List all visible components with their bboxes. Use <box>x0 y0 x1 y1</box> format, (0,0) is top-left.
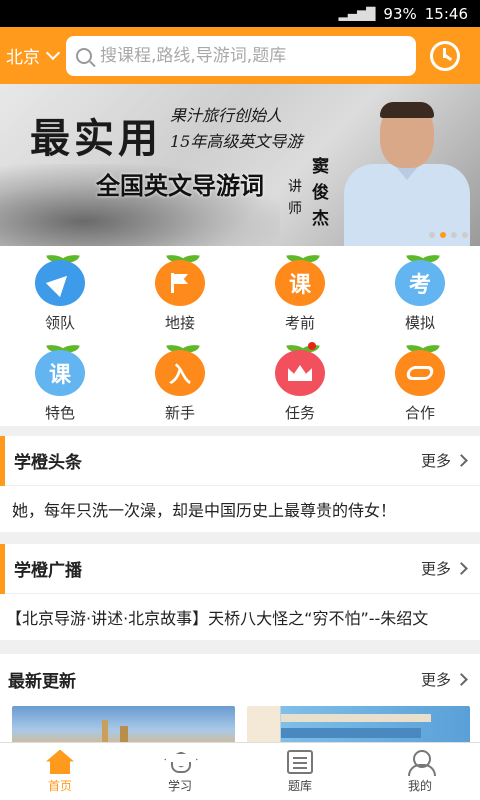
headlines-header: 学橙头条 更多 <box>0 436 480 486</box>
chevron-right-icon <box>455 562 468 575</box>
banner-headline: 最实用 <box>30 115 162 162</box>
top-header: 北京 <box>0 27 480 84</box>
handshake-icon <box>395 350 445 396</box>
tab-label: 首页 <box>47 778 72 793</box>
carousel-dot <box>451 232 457 238</box>
search-icon <box>76 47 92 64</box>
chevron-right-icon <box>455 672 468 686</box>
broadcast-section: 学橙广播 更多 【北京导游·讲述·北京故事】天桥八大怪之“穷不怕”--朱绍文 <box>0 544 480 640</box>
grid-item-pre-exam[interactable]: 课 考前 <box>240 246 360 336</box>
plane-icon <box>35 260 85 306</box>
grid-item-label: 合作 <box>404 404 435 422</box>
banner-line1: 果汁旅行创始人 <box>170 106 283 125</box>
crown-icon <box>275 350 325 396</box>
chevron-down-icon <box>45 45 61 61</box>
headlines-section: 学橙头条 更多 她，每年只洗一次澡，却是中国历史上最尊贵的侍女！ <box>0 436 480 532</box>
exam-icon: 考 <box>395 260 445 306</box>
notification-dot <box>308 342 316 350</box>
graduation-cap-icon <box>164 750 196 774</box>
course-icon: 课 <box>275 260 325 306</box>
tab-profile[interactable]: 我的 <box>360 743 480 800</box>
tab-home[interactable]: 首页 <box>0 743 120 800</box>
update-thumbnail[interactable] <box>247 706 470 746</box>
section-title: 学橙广播 <box>14 561 82 581</box>
grid-item-label: 新手 <box>164 404 195 422</box>
question-bank-icon <box>287 749 313 774</box>
status-time: 15:46 <box>424 4 468 23</box>
grid-item-beginner[interactable]: 入 新手 <box>120 336 240 426</box>
tab-label: 题库 <box>287 778 312 793</box>
history-icon[interactable] <box>430 40 460 71</box>
tab-label: 我的 <box>407 778 432 793</box>
chevron-right-icon <box>455 454 468 467</box>
lecturer-photo <box>340 102 470 246</box>
carousel-dot <box>440 232 446 238</box>
updates-section: 最新更新 更多 <box>0 654 480 746</box>
grid-item-leader[interactable]: 领队 <box>0 246 120 336</box>
grid-item-cooperation[interactable]: 合作 <box>360 336 480 426</box>
city-label: 北京 <box>6 48 40 68</box>
banner-line2: 15年高级英文导游 <box>170 132 303 151</box>
grid-item-label: 地接 <box>164 314 195 332</box>
grid-item-feature[interactable]: 课 特色 <box>0 336 120 426</box>
headline-item[interactable]: 她，每年只洗一次澡，却是中国历史上最尊贵的侍女！ <box>0 486 480 532</box>
updates-header: 最新更新 更多 <box>0 654 480 704</box>
grid-item-label: 任务 <box>284 404 315 422</box>
section-title: 最新更新 <box>8 671 76 692</box>
carousel-dot <box>462 232 468 238</box>
banner-slogan: 全国英文导游词 <box>96 171 264 200</box>
carousel-dots <box>429 232 468 238</box>
promo-banner[interactable]: 最实用 果汁旅行创始人 15年高级英文导游 全国英文导游词 讲师 窦俊杰 <box>0 84 480 246</box>
tab-question-bank[interactable]: 题库 <box>240 743 360 800</box>
tab-label: 学习 <box>167 778 192 793</box>
city-selector[interactable]: 北京 <box>0 43 66 68</box>
section-accent-bar <box>0 436 5 486</box>
section-accent-bar <box>0 544 5 594</box>
profile-icon <box>408 749 436 776</box>
broadcast-item[interactable]: 【北京导游·讲述·北京故事】天桥八大怪之“穷不怕”--朱绍文 <box>0 594 480 640</box>
carousel-dot <box>429 232 435 238</box>
more-link[interactable]: 更多 <box>421 558 468 579</box>
bottom-tab-bar: 首页 学习 题库 我的 <box>0 742 480 800</box>
grid-item-label: 考前 <box>284 314 315 332</box>
more-link[interactable]: 更多 <box>421 669 468 690</box>
updates-thumbnails <box>0 704 480 746</box>
update-thumbnail[interactable] <box>12 706 235 746</box>
broadcast-header: 学橙广播 更多 <box>0 544 480 594</box>
feature-grid: 领队 地接 课 考前 考 模拟 课 特色 入 新手 任务 合作 <box>0 246 480 426</box>
flag-icon <box>155 260 205 306</box>
grid-item-label: 模拟 <box>404 314 435 332</box>
grid-item-task[interactable]: 任务 <box>240 336 360 426</box>
home-icon <box>46 750 74 774</box>
more-link[interactable]: 更多 <box>421 450 468 471</box>
grid-item-label: 领队 <box>44 314 75 332</box>
status-bar: ▂▄▆█ 93% 15:46 <box>0 0 480 27</box>
grid-item-local[interactable]: 地接 <box>120 246 240 336</box>
search-bar[interactable] <box>66 35 416 76</box>
beginner-icon: 入 <box>155 350 205 396</box>
tab-study[interactable]: 学习 <box>120 743 240 800</box>
feature-course-icon: 课 <box>35 350 85 396</box>
section-title: 学橙头条 <box>14 453 82 473</box>
grid-item-mock[interactable]: 考 模拟 <box>360 246 480 336</box>
banner-role: 讲师 <box>288 179 302 217</box>
banner-name: 窦俊杰 <box>312 157 329 229</box>
search-input[interactable] <box>100 45 400 66</box>
battery-percent: 93% <box>383 4 417 23</box>
signal-icon: ▂▄▆█ <box>338 6 376 21</box>
grid-item-label: 特色 <box>44 404 75 422</box>
